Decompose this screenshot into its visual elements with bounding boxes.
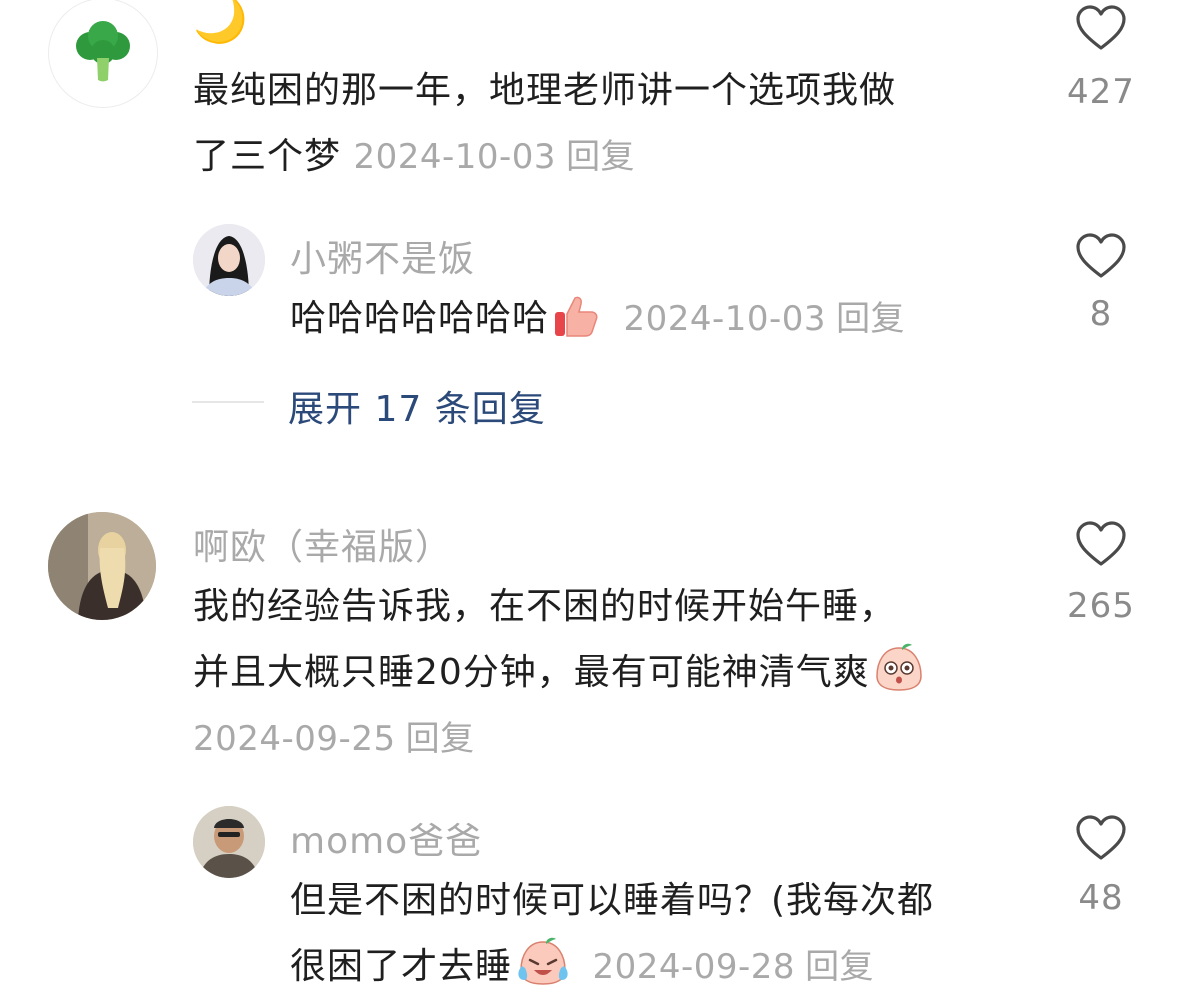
user-photo	[48, 512, 156, 620]
like-count: 8	[1089, 294, 1113, 334]
watermark-fade	[880, 950, 1179, 990]
reply-text-part: 很困了才去睡	[290, 946, 513, 987]
surprised-face-icon	[876, 643, 922, 691]
comment-text-line: 最纯困的那一年，地理老师讲一个选项我做	[193, 70, 897, 111]
like-count: 427	[1067, 72, 1135, 112]
reply-text-part: 哈哈哈哈哈哈哈	[290, 298, 550, 339]
like-button[interactable]: 48	[1056, 814, 1146, 918]
comment-text: 最纯困的那一年，地理老师讲一个选项我做 了三个梦 2024-10-03 回复	[193, 58, 896, 190]
comment-text-line: 并且大概只睡20分钟，最有可能神清气爽	[193, 640, 924, 706]
heart-icon[interactable]	[1075, 814, 1127, 862]
reply-meta: 2024-09-28 回复	[592, 947, 874, 987]
reply-button[interactable]: 回复	[836, 299, 905, 339]
comment-author: 🌙	[193, 0, 249, 46]
reply-button[interactable]: 回复	[566, 137, 635, 177]
comment-date: 2024-10-03	[353, 137, 557, 177]
reply-text: 哈哈哈哈哈哈哈 2024-10-03 回复	[290, 286, 905, 352]
heart-icon[interactable]	[1075, 232, 1127, 280]
user-photo	[193, 806, 265, 878]
reply-button[interactable]: 回复	[406, 719, 475, 759]
broccoli-icon	[76, 21, 130, 82]
crying-face-icon	[518, 937, 568, 985]
comment-text-line: 了三个梦 2024-10-03 回复	[193, 124, 896, 190]
avatar[interactable]	[48, 512, 156, 620]
comment-author: 啊欧（幸福版）	[193, 527, 453, 568]
reply-date: 2024-10-03	[623, 299, 827, 339]
comment-text-part: 并且大概只睡20分钟，最有可能神清气爽	[193, 652, 870, 693]
comment-meta: 2024-10-03 回复	[353, 137, 635, 177]
like-button[interactable]: 265	[1056, 520, 1146, 626]
comment-text: 我的经验告诉我，在不困的时候开始午睡， 并且大概只睡20分钟，最有可能神清气爽 …	[193, 574, 924, 772]
comment-text-part: 了三个梦	[193, 136, 342, 177]
reply-author: momo爸爸	[290, 821, 483, 862]
reply-text: 但是不困的时候可以睡着吗？(我每次都 很困了才去睡 2024-09-28 回复	[290, 868, 934, 1000]
avatar[interactable]	[193, 224, 265, 296]
comment-text-line: 我的经验告诉我，在不困的时候开始午睡，	[193, 586, 897, 627]
like-count: 265	[1067, 586, 1135, 626]
reply-button[interactable]: 回复	[805, 947, 874, 987]
expand-replies-button[interactable]: 展开 17 条回复	[288, 380, 546, 432]
reply-meta: 2024-10-03 回复	[623, 299, 905, 339]
comment-meta: 2024-09-25 回复	[193, 706, 924, 772]
reply-text-line: 但是不困的时候可以睡着吗？(我每次都	[290, 880, 935, 921]
thumbs-up-icon	[555, 296, 598, 337]
divider	[192, 401, 264, 403]
comment-date: 2024-09-25	[193, 719, 396, 759]
heart-icon[interactable]	[1075, 4, 1127, 52]
avatar[interactable]	[48, 0, 158, 108]
user-photo	[193, 224, 265, 296]
avatar[interactable]	[193, 806, 265, 878]
like-button[interactable]: 8	[1056, 232, 1146, 334]
reply-text-line: 很困了才去睡 2024-09-28 回复	[290, 934, 934, 1000]
reply-date: 2024-09-28	[592, 947, 796, 987]
like-count: 48	[1078, 878, 1124, 918]
reply-author: 小粥不是饭	[290, 239, 476, 280]
like-button[interactable]: 427	[1056, 4, 1146, 112]
heart-icon[interactable]	[1075, 520, 1127, 568]
